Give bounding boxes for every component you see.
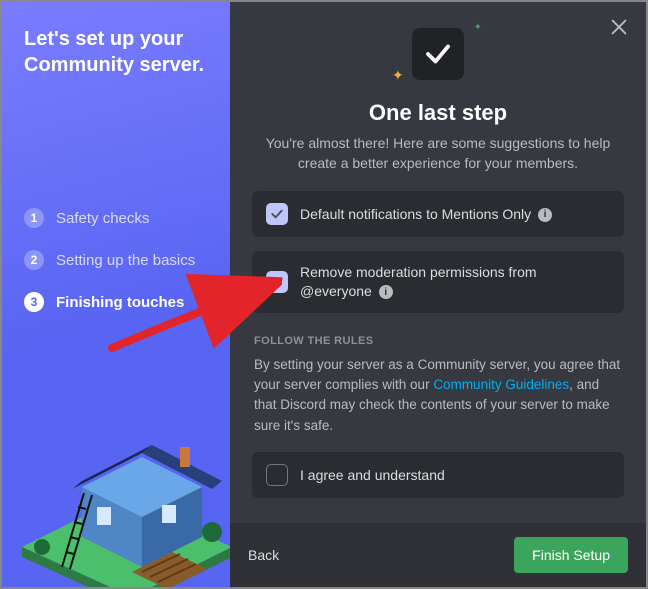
step-number: 3	[24, 292, 44, 312]
setup-steps: 1 Safety checks 2 Setting up the basics …	[24, 208, 208, 312]
rules-text: By setting your server as a Community se…	[254, 355, 622, 436]
info-icon[interactable]: i	[379, 285, 393, 299]
step-label: Setting up the basics	[56, 252, 195, 269]
main-panel: ✦ ✦ One last step You're almost there! H…	[230, 2, 646, 587]
step-safety-checks[interactable]: 1 Safety checks	[24, 208, 208, 228]
step-label: Finishing touches	[56, 294, 184, 311]
option-label-text: I agree and understand	[300, 467, 445, 483]
option-label: I agree and understand	[300, 466, 445, 485]
hero: ✦ ✦ One last step You're almost there! H…	[230, 22, 646, 191]
check-icon	[269, 206, 285, 222]
community-guidelines-link[interactable]: Community Guidelines	[433, 377, 569, 392]
checkmark-badge	[412, 28, 464, 80]
sparkle-icon: ✦	[474, 22, 482, 33]
step-finishing-touches[interactable]: 3 Finishing touches	[24, 292, 208, 312]
option-label-text: Remove moderation permissions from @ever…	[300, 264, 537, 299]
community-setup-modal: Let's set up your Community server. 1 Sa…	[0, 0, 648, 589]
sidebar-title: Let's set up your Community server.	[24, 26, 208, 78]
finish-setup-button[interactable]: Finish Setup	[514, 537, 628, 573]
option-remove-moderation-permissions[interactable]: Remove moderation permissions from @ever…	[252, 251, 624, 313]
info-icon[interactable]: i	[538, 208, 552, 222]
step-number: 1	[24, 208, 44, 228]
checkbox[interactable]	[266, 271, 288, 293]
option-label: Remove moderation permissions from @ever…	[300, 263, 610, 301]
footer: Back Finish Setup	[230, 523, 646, 587]
check-icon	[269, 274, 285, 290]
checkbox[interactable]	[266, 203, 288, 225]
page-title: One last step	[369, 100, 507, 126]
checkmark-icon	[423, 39, 453, 69]
option-label: Default notifications to Mentions Only i	[300, 205, 552, 224]
back-button[interactable]: Back	[248, 547, 279, 563]
option-label-text: Default notifications to Mentions Only	[300, 206, 531, 222]
sidebar: Let's set up your Community server. 1 Sa…	[2, 2, 230, 587]
step-number: 2	[24, 250, 44, 270]
checkbox[interactable]	[266, 464, 288, 486]
step-setting-up-basics[interactable]: 2 Setting up the basics	[24, 250, 208, 270]
rules-header: FOLLOW THE RULES	[254, 335, 624, 347]
page-subtitle: You're almost there! Here are some sugge…	[260, 134, 616, 173]
step-label: Safety checks	[56, 210, 149, 227]
sparkle-icon: ✦	[392, 67, 404, 84]
option-default-notifications[interactable]: Default notifications to Mentions Only i	[252, 191, 624, 237]
hero-icon-wrap: ✦ ✦	[412, 28, 464, 80]
content-area: Default notifications to Mentions Only i…	[230, 191, 646, 523]
house-illustration	[2, 397, 230, 587]
option-agree[interactable]: I agree and understand	[252, 452, 624, 498]
